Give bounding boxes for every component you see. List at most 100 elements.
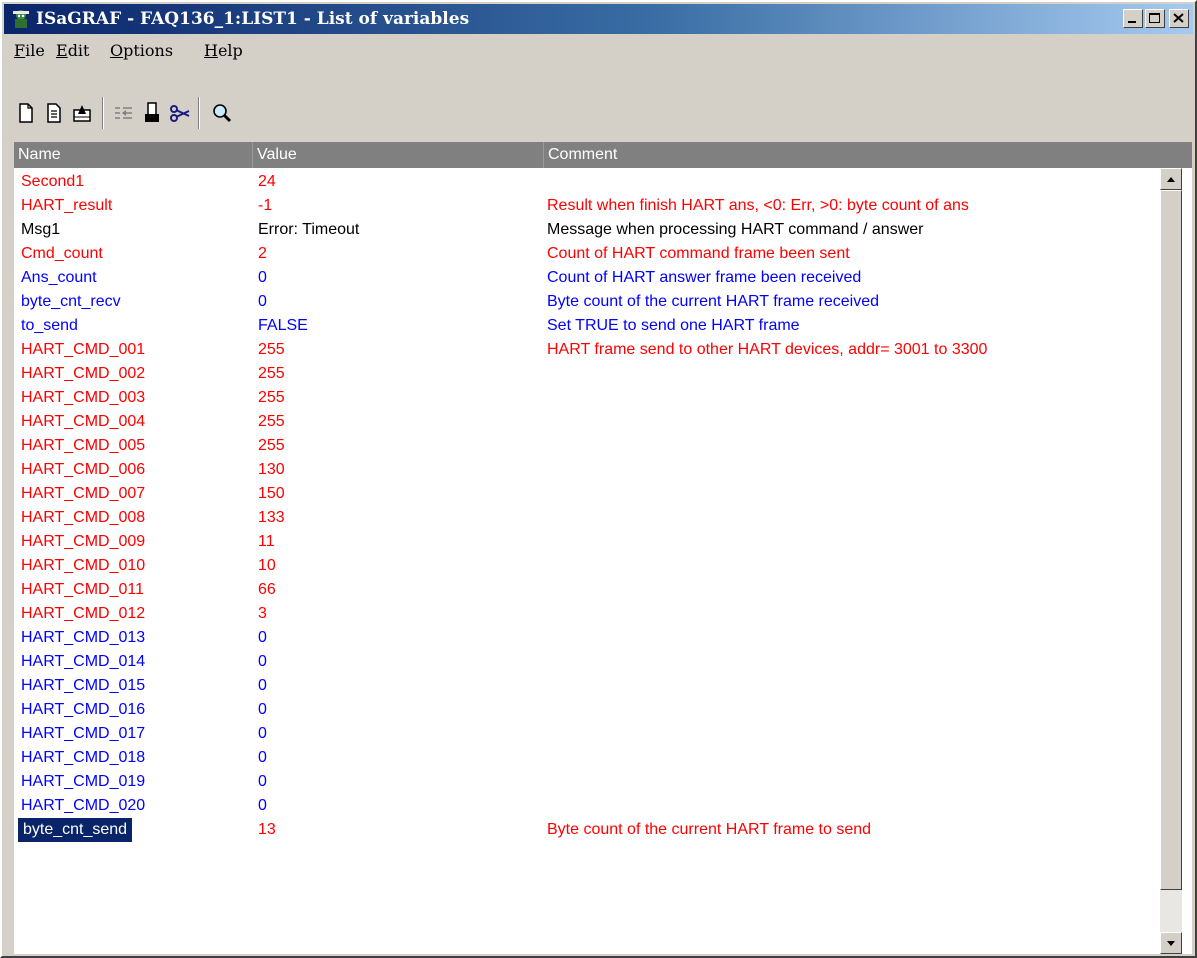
minimize-icon: [1128, 21, 1136, 23]
menu-options[interactable]: Options: [110, 41, 173, 61]
table-row[interactable]: HART_CMD_009 11: [14, 530, 1164, 554]
variable-value-cell: 150: [258, 485, 285, 502]
table-row[interactable]: HART_CMD_004 255: [14, 410, 1164, 434]
variable-comment-cell: Count of HART command frame been sent: [547, 245, 850, 262]
table-row[interactable]: HART_CMD_005 255: [14, 434, 1164, 458]
variable-name-cell: HART_CMD_018: [21, 749, 146, 766]
table-row[interactable]: HART_CMD_011 66: [14, 578, 1164, 602]
variable-value-cell: 130: [258, 461, 285, 478]
variable-value-cell: 3: [258, 605, 267, 622]
variable-name-cell: HART_CMD_016: [21, 701, 146, 718]
minimize-button[interactable]: [1123, 9, 1143, 28]
table-row[interactable]: HART_CMD_017 0: [14, 722, 1164, 746]
table-row[interactable]: HART_CMD_006 130: [14, 458, 1164, 482]
variable-value-cell: 0: [258, 797, 267, 814]
variable-comment-cell: Byte count of the current HART frame to …: [547, 821, 872, 838]
table-row[interactable]: HART_CMD_003 255: [14, 386, 1164, 410]
window-title: ISaGRAF - FAQ136_1:LIST1 - List of varia…: [36, 9, 470, 29]
scroll-up-button[interactable]: [1160, 168, 1182, 190]
menu-edit[interactable]: Edit: [56, 41, 89, 61]
arrow-up-icon: [1167, 177, 1175, 182]
toolbar-separator: [198, 97, 200, 129]
variable-value-cell: 11: [258, 533, 275, 550]
variable-name-cell: HART_CMD_002: [21, 365, 146, 382]
scroll-down-button[interactable]: [1160, 932, 1182, 954]
table-row[interactable]: HART_CMD_018 0: [14, 746, 1164, 770]
variable-name-cell: HART_CMD_005: [21, 437, 146, 454]
variable-name-cell: HART_CMD_001: [21, 341, 146, 358]
maximize-icon: [1149, 13, 1160, 23]
variable-value-cell: 0: [258, 725, 267, 742]
variable-name-cell: HART_CMD_009: [21, 533, 146, 550]
table-row[interactable]: HART_CMD_013 0: [14, 626, 1164, 650]
cut-icon[interactable]: [168, 100, 192, 126]
variable-value-cell: 0: [258, 749, 267, 766]
menu-file[interactable]: File: [14, 41, 45, 61]
table-row[interactable]: HART_CMD_014 0: [14, 650, 1164, 674]
new-icon[interactable]: [14, 100, 38, 126]
table-row[interactable]: HART_result -1 Result when finish HART ans…: [14, 194, 1164, 218]
paste-icon[interactable]: [140, 100, 164, 126]
variable-name-cell: Ans_count: [21, 269, 97, 286]
table-row[interactable]: Msg1 Error: Timeout Message when processin…: [14, 218, 1164, 242]
table-row[interactable]: HART_CMD_008 133: [14, 506, 1164, 530]
variable-name-cell: HART_CMD_011: [21, 581, 145, 598]
variable-name-cell: to_send: [21, 317, 78, 334]
variables-list[interactable]: Name Value Comment Second1 24 HART_result -…: [14, 142, 1192, 954]
variable-name-cell: HART_CMD_013: [21, 629, 146, 646]
variable-value-cell: 133: [258, 509, 285, 526]
properties-icon[interactable]: [42, 100, 66, 126]
table-row[interactable]: HART_CMD_007 150: [14, 482, 1164, 506]
column-header-comment[interactable]: Comment: [543, 142, 1188, 168]
variable-name-cell: Second1: [21, 173, 85, 190]
variable-name-cell: byte_cnt_recv: [21, 293, 121, 310]
maximize-button[interactable]: [1145, 9, 1165, 28]
column-header-name[interactable]: Name: [14, 142, 252, 168]
table-row[interactable]: HART_CMD_019 0: [14, 770, 1164, 794]
title-bar[interactable]: ISaGRAF - FAQ136_1:LIST1 - List of varia…: [4, 4, 1193, 34]
variable-value-cell: 0: [258, 773, 267, 790]
table-row[interactable]: byte_cnt_recv 0 Byte count of the current …: [14, 290, 1164, 314]
variable-comment-cell: Message when processing HART command / a…: [547, 221, 924, 238]
variable-name-cell: HART_CMD_015: [21, 677, 146, 694]
variable-value-cell: 0: [258, 293, 267, 310]
variable-value-cell: 13: [258, 821, 276, 838]
variable-value-cell: FALSE: [258, 317, 308, 334]
variable-value-cell: Error: Timeout: [258, 221, 360, 238]
table-row[interactable]: HART_CMD_020 0: [14, 794, 1164, 818]
table-row[interactable]: HART_CMD_001 255 HART frame send to other …: [14, 338, 1164, 362]
menu-help[interactable]: Help: [204, 41, 243, 61]
variable-comment-cell: Count of HART answer frame been received: [547, 269, 862, 286]
variable-comment-cell: HART frame send to other HART devices, a…: [547, 341, 988, 358]
table-row[interactable]: Second1 24: [14, 170, 1164, 194]
variable-value-cell: 255: [258, 365, 285, 382]
table-row[interactable]: HART_CMD_002 255: [14, 362, 1164, 386]
table-row[interactable]: HART_CMD_016 0: [14, 698, 1164, 722]
move-icon[interactable]: [112, 100, 136, 126]
table-row[interactable]: HART_CMD_010 10: [14, 554, 1164, 578]
search-icon[interactable]: [210, 100, 234, 126]
table-row[interactable]: HART_CMD_015 0: [14, 674, 1164, 698]
open-icon[interactable]: [70, 100, 94, 126]
variable-value-cell: 24: [258, 173, 276, 190]
scroll-thumb[interactable]: [1160, 190, 1182, 890]
table-row[interactable]: Ans_count 0 Count of HART answer frame bee…: [14, 266, 1164, 290]
column-header-value[interactable]: Value: [252, 142, 544, 168]
variable-value-cell: 255: [258, 413, 285, 430]
table-row[interactable]: HART_CMD_012 3: [14, 602, 1164, 626]
table-row[interactable]: Cmd_count 2 Count of HART command frame be…: [14, 242, 1164, 266]
table-row[interactable]: to_send FALSE Set TRUE to send one HART fr…: [14, 314, 1164, 338]
vertical-scrollbar[interactable]: [1160, 168, 1182, 954]
variable-name-cell: Msg1: [21, 221, 61, 238]
variable-value-cell: 10: [258, 557, 276, 574]
variable-value-cell: 66: [258, 581, 276, 598]
close-button[interactable]: [1169, 9, 1189, 28]
variable-comment-cell: Byte count of the current HART frame rec…: [547, 293, 880, 310]
variable-name-cell: HART_CMD_012: [21, 605, 146, 622]
variable-name-cell: HART_CMD_020: [21, 797, 146, 814]
variable-value-cell: 255: [258, 437, 285, 454]
toolbar-separator: [102, 97, 104, 129]
variable-name-cell: HART_CMD_003: [21, 389, 146, 406]
table-row[interactable]: byte_cnt_send 13 Byte count of the current…: [14, 818, 1164, 842]
variable-name-cell: HART_CMD_019: [21, 773, 146, 790]
